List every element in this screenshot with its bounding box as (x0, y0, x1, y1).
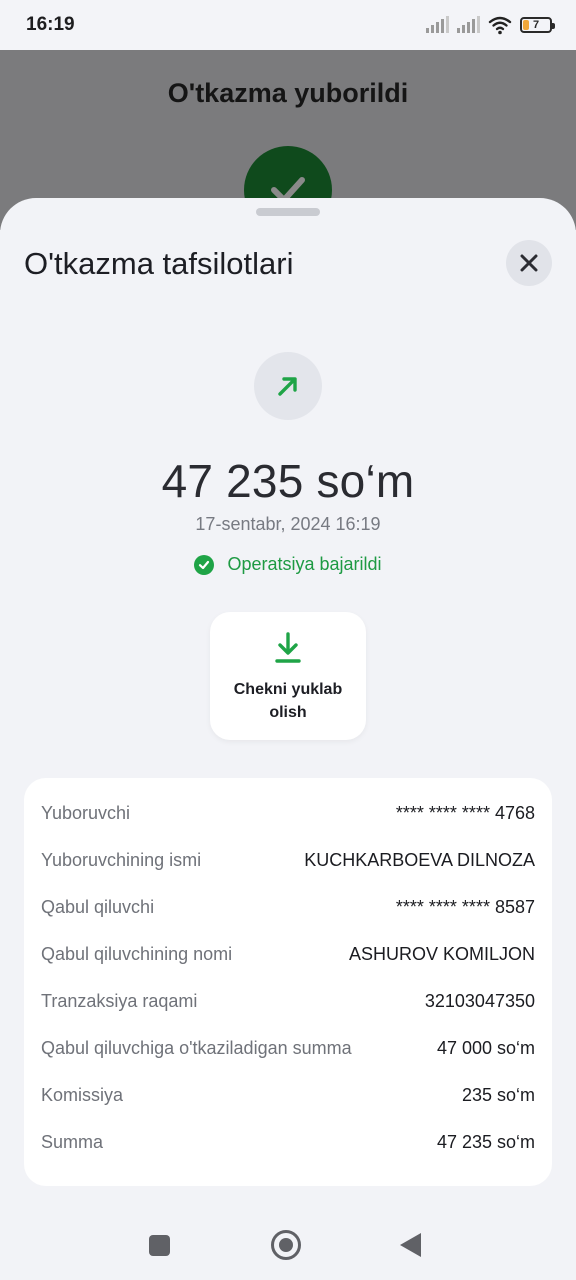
detail-value: 235 so‘m (461, 1085, 535, 1105)
system-nav-bar (0, 1208, 576, 1280)
detail-value: 32103047350 (424, 991, 535, 1011)
status-bar: 16:19 7 (0, 0, 576, 50)
download-receipt-label: Chekni yuklab olish (233, 681, 343, 721)
home-button[interactable] (271, 1230, 301, 1260)
battery-icon: 7 (520, 17, 555, 33)
detail-row: Yuboruvchi **** **** **** 4768 (41, 790, 535, 837)
transfer-details-sheet: O'tkazma tafsilotlari 47 235 so‘m 17-sen… (0, 198, 576, 1208)
detail-label: Qabul qiluvchiga o'tkaziladigan summa (41, 1038, 352, 1058)
recents-button[interactable] (149, 1235, 170, 1256)
detail-value: 47 000 so‘m (436, 1038, 535, 1058)
download-icon (275, 632, 301, 663)
arrow-up-right-icon (278, 377, 297, 396)
signal-icon-2 (457, 16, 480, 33)
detail-row: Komissiya 235 so‘m (41, 1072, 535, 1119)
details-card: Yuboruvchi **** **** **** 4768 Yuboruvch… (24, 778, 552, 1186)
detail-label: Komissiya (41, 1085, 124, 1105)
detail-label: Qabul qiluvchi (41, 897, 155, 917)
detail-label: Tranzaksiya raqami (41, 991, 198, 1011)
status-time: 16:19 (26, 14, 75, 35)
operation-status-text: Operatsiya bajarildi (227, 554, 382, 574)
detail-value: 47 235 so‘m (436, 1132, 535, 1152)
detail-row: Qabul qiluvchi **** **** **** 8587 (41, 884, 535, 931)
detail-row: Summa 47 235 so‘m (41, 1119, 535, 1166)
operation-status: Operatsiya bajarildi (0, 554, 576, 575)
detail-row: Yuboruvchining ismi KUCHKARBOEVA DILNOZA (41, 837, 535, 884)
detail-value: **** **** **** 8587 (395, 897, 535, 917)
download-receipt-button[interactable]: Chekni yuklab olish (210, 612, 366, 740)
detail-value: ASHUROV KOMILJON (348, 944, 535, 964)
transfer-datetime: 17-sentabr, 2024 16:19 (195, 514, 381, 534)
close-button[interactable] (506, 240, 552, 286)
sheet-title: O'tkazma tafsilotlari (24, 246, 294, 281)
status-icons: 7 (426, 15, 555, 35)
drag-handle[interactable] (256, 208, 320, 216)
transfer-direction-badge (254, 352, 322, 420)
detail-label: Yuboruvchi (41, 803, 131, 823)
background-title: O'tkazma yuborildi (167, 78, 409, 108)
check-circle-icon (194, 554, 215, 575)
back-button[interactable] (400, 1233, 421, 1257)
signal-icon (426, 16, 449, 33)
detail-row: Tranzaksiya raqami 32103047350 (41, 978, 535, 1025)
detail-row: Qabul qiluvchining nomi ASHUROV KOMILJON (41, 931, 535, 978)
close-icon (520, 254, 538, 272)
detail-label: Yuboruvchining ismi (41, 850, 202, 870)
detail-row: Qabul qiluvchiga o'tkaziladigan summa 47… (41, 1025, 535, 1072)
wifi-icon (488, 16, 512, 35)
detail-label: Summa (41, 1132, 104, 1152)
transfer-amount: 47 235 so‘m (161, 455, 415, 507)
detail-label: Qabul qiluvchining nomi (41, 944, 233, 964)
detail-value: **** **** **** 4768 (395, 803, 535, 823)
detail-value: KUCHKARBOEVA DILNOZA (304, 850, 535, 870)
